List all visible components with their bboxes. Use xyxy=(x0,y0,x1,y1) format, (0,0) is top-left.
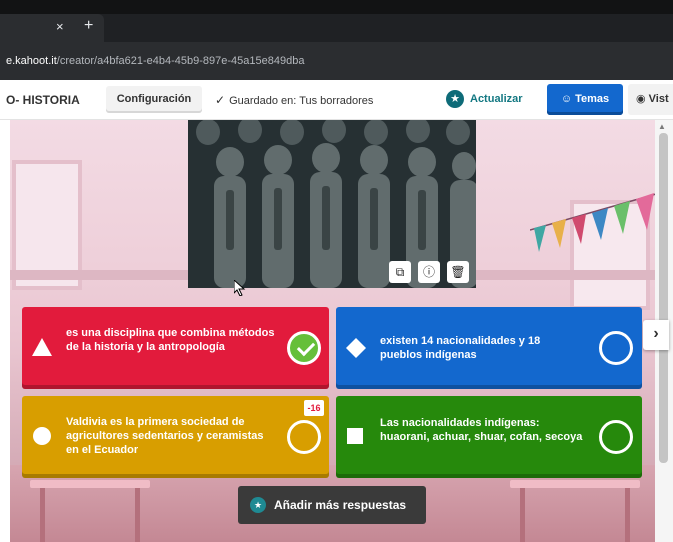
new-tab-button[interactable]: + xyxy=(84,17,93,35)
character-count-badge: -16 xyxy=(304,400,324,416)
kahoot-title[interactable]: O- HISTORIA xyxy=(6,93,80,107)
scroll-up-icon[interactable]: ▲ xyxy=(658,122,666,131)
triangle-icon xyxy=(32,338,52,356)
tab-close-icon[interactable]: × xyxy=(56,19,64,35)
crop-icon[interactable]: ⧉ xyxy=(389,261,411,283)
mouse-cursor-icon xyxy=(234,280,246,296)
background-desk xyxy=(510,480,640,488)
background-desk-leg xyxy=(625,488,630,542)
palette-icon: ☺ xyxy=(560,93,576,105)
background-desk-leg xyxy=(135,488,140,542)
saved-status-text: Guardado en: Tus borradores xyxy=(229,95,374,107)
trash-icon[interactable]: 🗑 xyxy=(447,261,469,283)
check-icon: ✓ xyxy=(215,93,226,107)
add-more-answers-button[interactable]: ★ Añadir más respuestas xyxy=(238,486,426,524)
star-icon: ★ xyxy=(250,497,266,513)
themes-button[interactable]: ☺ Temas xyxy=(547,84,623,115)
background-desk-leg xyxy=(520,488,525,542)
add-more-answers-label: Añadir más respuestas xyxy=(274,498,407,512)
answer-text-4[interactable]: Las nacionalidades indígenas: huaorani, … xyxy=(380,416,585,444)
eye-icon: ◉ xyxy=(636,93,649,105)
preview-label: Vist xyxy=(648,93,669,105)
correct-answer-toggle-1[interactable] xyxy=(287,331,321,365)
background-bunting xyxy=(529,190,655,260)
saved-status: ✓ Guardado en: Tus borradores xyxy=(215,93,373,107)
circle-icon xyxy=(33,427,51,445)
url-path: /creator/a4bfa621-e4b4-45b9-897e-45a15e8… xyxy=(56,55,305,67)
scrollbar-thumb[interactable] xyxy=(659,133,668,463)
diamond-icon xyxy=(346,338,366,358)
browser-top-strip xyxy=(0,0,673,14)
themes-label: Temas xyxy=(575,93,610,105)
url-host: e.kahoot.it xyxy=(6,55,57,67)
address-bar-url[interactable]: e.kahoot.it/creator/a4bfa621-e4b4-45b9-8… xyxy=(6,54,304,68)
background-desk-leg xyxy=(40,488,45,542)
answer-text-1[interactable]: es una disciplina que combina métodos de… xyxy=(66,326,276,354)
next-slide-button[interactable]: › xyxy=(643,320,669,350)
correct-answer-toggle-3[interactable] xyxy=(287,420,321,454)
square-icon xyxy=(347,428,363,444)
update-button[interactable]: Actualizar xyxy=(470,93,523,105)
settings-button[interactable]: Configuración xyxy=(106,86,202,113)
answer-text-3[interactable]: Valdivia es la primera sociedad de agric… xyxy=(66,415,278,457)
answer-text-2[interactable]: existen 14 nacionalidades y 18 pueblos i… xyxy=(380,334,585,362)
background-desk xyxy=(30,480,150,488)
info-icon[interactable]: ⓘ xyxy=(418,261,440,283)
correct-answer-toggle-4[interactable] xyxy=(599,420,633,454)
preview-button[interactable]: ◉ Vist xyxy=(628,84,673,115)
star-icon[interactable]: ★ xyxy=(446,90,464,108)
correct-answer-toggle-2[interactable] xyxy=(599,331,633,365)
answer-text-3-bold: Valdivia xyxy=(66,416,107,428)
